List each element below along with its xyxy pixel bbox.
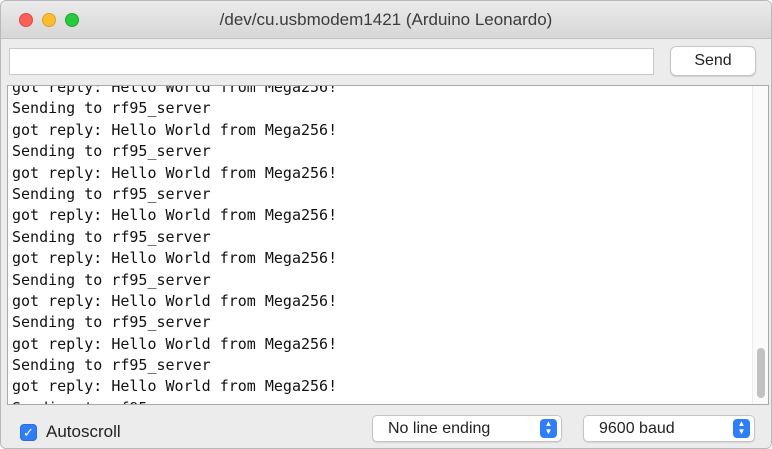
serial-send-input[interactable] — [9, 48, 654, 75]
serial-output-line: Sending to rf95_server — [12, 227, 211, 246]
scrollbar-thumb[interactable] — [757, 348, 765, 398]
serial-output-line: got reply: Hello World from Mega256! — [12, 249, 338, 268]
autoscroll-checkbox[interactable]: ✓ — [20, 424, 37, 441]
serial-output-line: Sending to rf95_server — [12, 270, 211, 289]
serial-output-line: Sending to rf95_server — [12, 184, 211, 203]
autoscroll-label[interactable]: Autoscroll — [46, 422, 121, 442]
title-bar[interactable]: /dev/cu.usbmodem1421 (Arduino Leonardo) — [1, 1, 771, 39]
serial-monitor-window: /dev/cu.usbmodem1421 (Arduino Leonardo) … — [0, 0, 772, 449]
serial-output-line: got reply: Hello World from Mega256! — [12, 334, 338, 353]
serial-output-line: Sending to rf95_server — [12, 313, 211, 332]
serial-output-line: Sending to rf95_server — [12, 398, 742, 404]
bottom-toolbar: ✓ Autoscroll No line ending ▲ ▼ 9600 baud… — [1, 405, 771, 448]
line-ending-select[interactable]: No line ending ▲ ▼ — [372, 415, 562, 442]
select-arrows-icon: ▲ ▼ — [540, 419, 557, 438]
select-arrows-icon: ▲ ▼ — [733, 419, 750, 438]
send-row: Send — [1, 39, 771, 85]
send-button[interactable]: Send — [670, 46, 756, 76]
serial-output-line: Sending to rf95_server — [12, 99, 211, 118]
serial-output-line: got reply: Hello World from Mega256! — [12, 163, 338, 182]
serial-output-line: Sending to rf95_server — [12, 142, 211, 161]
baud-rate-select[interactable]: 9600 baud ▲ ▼ — [583, 415, 755, 442]
baud-rate-value: 9600 baud — [599, 420, 675, 437]
vertical-scrollbar[interactable] — [752, 86, 768, 404]
serial-output-line: got reply: Hello World from Mega256! — [12, 85, 338, 96]
serial-output[interactable]: got reply: Hello World from Mega256! Send… — [7, 85, 769, 405]
serial-output-line: got reply: Hello World from Mega256! — [12, 120, 338, 139]
serial-output-line: got reply: Hello World from Mega256! — [12, 206, 338, 225]
serial-output-line: got reply: Hello World from Mega256! — [12, 291, 338, 310]
window-title: /dev/cu.usbmodem1421 (Arduino Leonardo) — [219, 10, 553, 29]
serial-output-line: Sending to rf95_server — [12, 356, 211, 375]
serial-output-lines: got reply: Hello World from Mega256! Send… — [12, 85, 742, 404]
line-ending-value: No line ending — [388, 420, 491, 437]
serial-output-line: got reply: Hello World from Mega256! — [12, 377, 338, 396]
